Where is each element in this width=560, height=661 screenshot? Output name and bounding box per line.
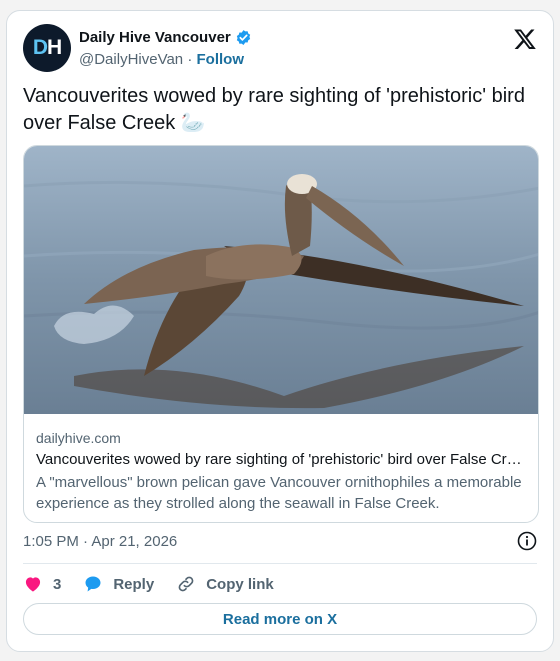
link-title[interactable]: Vancouverites wowed by rare sighting of …: [36, 451, 526, 468]
account-name-row: Daily Hive Vancouver: [79, 29, 252, 46]
reply-button[interactable]: Reply: [83, 574, 154, 594]
account-name[interactable]: Daily Hive Vancouver: [79, 29, 231, 46]
avatar[interactable]: DH: [23, 24, 71, 72]
post-header: DH Daily Hive Vancouver @DailyHiveVan · …: [23, 23, 537, 75]
account-handle[interactable]: @DailyHiveVan: [79, 51, 183, 68]
action-bar: 3 Reply Copy link: [23, 573, 296, 595]
copy-link-label: Copy link: [206, 575, 274, 593]
avatar-letter-h: H: [47, 36, 62, 59]
account-handle-row: @DailyHiveVan · Follow: [79, 51, 244, 68]
verified-badge-icon: [236, 30, 250, 45]
avatar-letter-d: D: [32, 36, 48, 59]
handle-separator: ·: [187, 51, 193, 68]
info-icon[interactable]: [517, 531, 537, 551]
copy-link-button[interactable]: Copy link: [176, 574, 274, 594]
follow-button[interactable]: Follow: [197, 51, 245, 68]
reply-bubble-icon: [85, 576, 101, 592]
x-logo-icon[interactable]: [513, 27, 537, 51]
link-domain: dailyhive.com: [36, 430, 121, 446]
link-preview-card[interactable]: dailyhive.com Vancouverites wowed by rar…: [23, 145, 539, 523]
like-button[interactable]: 3: [23, 574, 61, 594]
reply-label: Reply: [113, 575, 155, 593]
heart-icon: [25, 577, 41, 592]
link-description: A "marvellous" brown pelican gave Vancou…: [36, 474, 522, 512]
divider: [23, 563, 537, 564]
post-timestamp[interactable]: 1:05 PM · Apr 21, 2026: [23, 533, 177, 550]
link-icon: [178, 576, 194, 592]
pelican-photo: [24, 146, 538, 414]
read-more-button[interactable]: Read more on X: [23, 603, 537, 635]
like-count: 3: [53, 575, 62, 593]
post-text: Vancouverites wowed by rare sighting of …: [23, 85, 525, 134]
embedded-post-card: DH Daily Hive Vancouver @DailyHiveVan · …: [6, 10, 554, 652]
